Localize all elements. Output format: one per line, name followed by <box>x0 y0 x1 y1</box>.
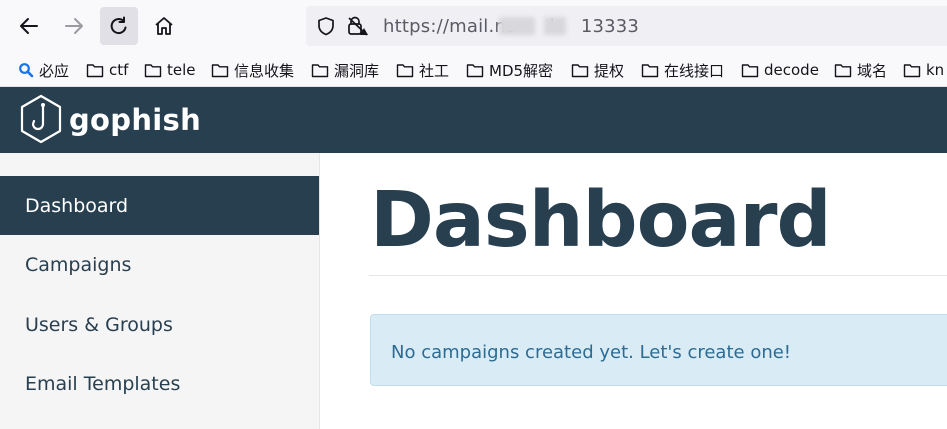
reload-icon <box>110 16 127 34</box>
bookmark-bing[interactable]: 必应 <box>18 60 69 80</box>
bookmark-folder[interactable]: 信息收集 <box>211 60 294 80</box>
brand-name[interactable]: gophish <box>69 103 201 137</box>
bookmark-folder[interactable]: tele <box>144 60 196 80</box>
bookmark-folder[interactable]: kn <box>903 60 944 80</box>
redacted-url-segment <box>499 17 535 35</box>
url-prefix: https://mail. <box>383 16 495 37</box>
folder-icon <box>311 64 329 78</box>
browser-toolbar: https://mail.nsl13333 <box>0 0 947 54</box>
bookmarks-bar: 必应 ctf tele 信息收集 漏洞库 社工 MD5解密 提权 在线接口 de… <box>0 54 947 87</box>
sidebar-item-label: Dashboard <box>25 194 129 217</box>
address-bar[interactable]: https://mail.nsl13333 <box>306 6 947 46</box>
bing-search-icon <box>19 63 34 78</box>
insecure-lock-icon <box>348 16 368 36</box>
sidebar-item-label: Campaigns <box>25 253 132 276</box>
shield-icon <box>318 17 334 36</box>
sidebar-item-campaigns[interactable]: Campaigns <box>0 235 319 294</box>
bookmark-folder[interactable]: 域名 <box>834 60 887 80</box>
folder-icon <box>466 64 484 78</box>
bookmark-folder[interactable]: decode <box>741 60 819 80</box>
back-arrow-icon <box>20 18 38 34</box>
sidebar-item-label: Email Templates <box>25 372 181 395</box>
sidebar-item-email-templates[interactable]: Email Templates <box>0 354 319 413</box>
folder-icon <box>86 64 104 78</box>
reload-button[interactable] <box>100 7 138 45</box>
forward-button[interactable] <box>55 7 93 45</box>
folder-icon <box>396 64 414 78</box>
bookmark-folder[interactable]: 在线接口 <box>641 60 724 80</box>
home-button[interactable] <box>145 7 183 45</box>
app-header: gophish <box>0 87 947 153</box>
forward-arrow-icon <box>65 18 83 34</box>
folder-icon <box>144 64 162 78</box>
page-title: Dashboard <box>370 176 832 265</box>
sidebar-item-dashboard[interactable]: Dashboard <box>0 176 319 235</box>
folder-icon <box>741 64 759 78</box>
folder-icon <box>903 64 921 78</box>
home-icon <box>155 17 173 35</box>
title-divider <box>369 275 947 276</box>
alert-message: No campaigns created yet. Let's create o… <box>391 342 792 363</box>
bookmark-folder[interactable]: MD5解密 <box>466 60 553 80</box>
url-port: 13333 <box>580 16 640 37</box>
folder-icon <box>211 64 229 78</box>
back-button[interactable] <box>10 7 48 45</box>
gophish-logo-icon[interactable] <box>18 91 64 149</box>
bookmark-folder[interactable]: 漏洞库 <box>311 60 379 80</box>
sidebar: Dashboard Campaigns Users & Groups Email… <box>0 153 320 429</box>
sidebar-item-label: Users & Groups <box>25 313 173 336</box>
info-alert: No campaigns created yet. Let's create o… <box>370 314 947 386</box>
folder-icon <box>834 64 852 78</box>
folder-icon <box>571 64 589 78</box>
bookmark-folder[interactable]: 社工 <box>396 60 449 80</box>
bookmark-folder[interactable]: ctf <box>86 60 128 80</box>
sidebar-item-users-groups[interactable]: Users & Groups <box>0 295 319 354</box>
folder-icon <box>641 64 659 78</box>
bookmark-folder[interactable]: 提权 <box>571 60 624 80</box>
redacted-url-segment <box>544 17 566 35</box>
